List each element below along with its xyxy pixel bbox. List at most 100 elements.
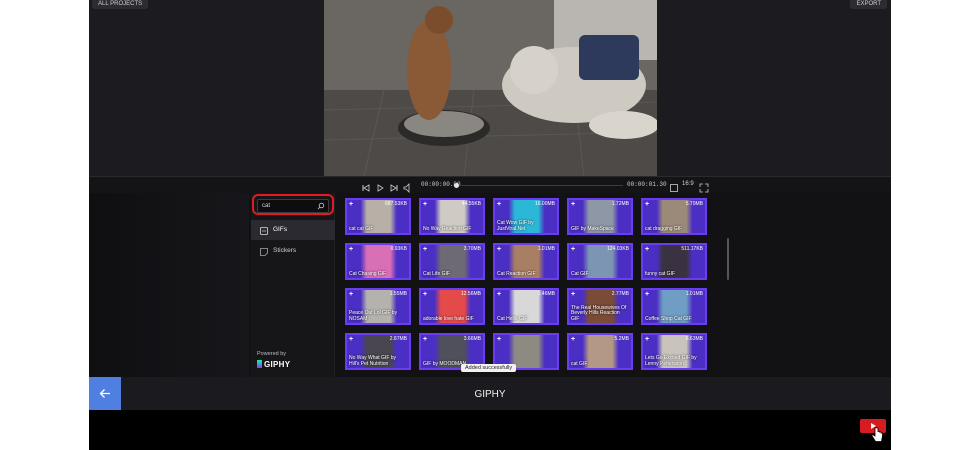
gif-tile[interactable]: +5.70MB cat dragging GIF	[641, 198, 707, 235]
gif-tile[interactable]: +12.56MB adorable love hate GIF	[419, 288, 485, 325]
sidebar-item-label: GIFs	[273, 226, 288, 233]
gif-tile[interactable]: +124.03KB Cat GIF	[567, 243, 633, 280]
volume-icon[interactable]	[403, 180, 413, 193]
gif-tile[interactable]: +511.17KB funny cat GIF	[641, 243, 707, 280]
footer	[89, 410, 891, 450]
gif-grid: +687.53KB cat cat GIF +44.55KB No Way Reac…	[345, 198, 719, 377]
aspect-ratio-label[interactable]: 16:9	[682, 181, 694, 187]
playhead[interactable]	[454, 183, 459, 188]
total-time: 00:00:01.30	[627, 181, 667, 188]
add-icon[interactable]: +	[497, 291, 501, 298]
gif-tile[interactable]: +2.87MB No Way What GIF by Hill's Pet Nut…	[345, 333, 411, 370]
gif-size: 2.87MB	[389, 336, 407, 342]
add-icon[interactable]: +	[349, 336, 353, 343]
gif-size: 1.01MB	[537, 246, 555, 252]
fullscreen-icon[interactable]	[699, 180, 709, 193]
add-icon[interactable]: +	[645, 246, 649, 253]
skip-back-icon[interactable]	[361, 180, 371, 192]
gif-tile[interactable]: +44.55KB No Way Reaction GIF	[419, 198, 485, 235]
gif-size: 16.00MB	[534, 201, 555, 207]
gif-tile[interactable]: +1.72MB GIF by MakeSpace	[567, 198, 633, 235]
giphy-mark-icon	[257, 360, 262, 368]
gif-title: Cat Hello GIF	[497, 315, 528, 322]
skip-forward-icon[interactable]	[389, 180, 399, 192]
powered-by-label: Powered by	[257, 351, 287, 357]
add-icon[interactable]: +	[571, 291, 575, 298]
gif-icon	[259, 225, 269, 235]
gif-tile[interactable]: +1.55MB Peace Out Lol GIF by NOSAM	[345, 288, 411, 325]
gif-size: 1.46MB	[537, 291, 555, 297]
gif-tile[interactable]: +0.93KB Cat Chasing GIF	[345, 243, 411, 280]
sidebar-item-gifs[interactable]: GIFs	[251, 220, 335, 240]
giphy-logo-text: GIPHY	[264, 360, 291, 369]
search-icon[interactable]	[317, 202, 325, 210]
add-icon[interactable]: +	[645, 201, 649, 208]
gif-size: 2.77MB	[611, 291, 629, 297]
export-button[interactable]: EXPORT	[850, 0, 887, 9]
grid-scrollbar[interactable]	[727, 238, 729, 280]
gif-title: funny cat GIF	[645, 270, 676, 277]
sidebar-item-stickers[interactable]: Stickers	[251, 241, 335, 261]
add-icon[interactable]: +	[497, 336, 501, 343]
video-editor-app: ALL PROJECTS EXPORT 00:00:00.00 00:00:01…	[89, 0, 891, 450]
gif-tile[interactable]: +687.53KB cat cat GIF	[345, 198, 411, 235]
sticker-icon	[259, 246, 269, 256]
gif-title: Coffee Shop Cat GIF	[645, 315, 692, 322]
add-icon[interactable]: +	[423, 246, 427, 253]
add-icon[interactable]: +	[349, 291, 353, 298]
gif-tile[interactable]: +3.70MB Cat Life GIF	[419, 243, 485, 280]
gif-size: 5.2MB	[614, 336, 629, 342]
gif-title: cat cat GIF	[349, 225, 374, 232]
aspect-ratio-icon[interactable]	[669, 180, 679, 192]
add-icon[interactable]: +	[423, 291, 427, 298]
video-preview	[324, 0, 657, 176]
gif-size: 3.70MB	[463, 246, 481, 252]
gif-tile[interactable]: +1.01MB Cat Reaction GIF	[493, 243, 559, 280]
add-icon[interactable]: +	[423, 201, 427, 208]
gif-tile[interactable]: +1.01MB Coffee Shop Cat GIF	[641, 288, 707, 325]
add-icon[interactable]: +	[497, 246, 501, 253]
playback-bar: 00:00:00.00 00:00:01.30 16:9	[89, 176, 891, 193]
add-icon[interactable]: +	[349, 246, 353, 253]
gif-title: cat dragging GIF	[645, 225, 683, 232]
add-icon[interactable]: +	[571, 201, 575, 208]
gif-tile[interactable]: +5.2MB cat GIF	[567, 333, 633, 370]
gif-size: 1.72MB	[611, 201, 629, 207]
gif-size: 12.56MB	[460, 291, 481, 297]
gif-size: 511.17KB	[681, 246, 703, 252]
gif-title: Lets Go Excited GIF by Lenny Pettersson	[645, 355, 697, 367]
play-icon[interactable]	[375, 180, 385, 192]
search-value: cat	[262, 203, 271, 209]
gif-tile[interactable]: +2.77MB The Real Housewives Of Beverly Hi…	[567, 288, 633, 325]
timeline-scrubber[interactable]	[453, 185, 623, 186]
add-icon[interactable]: +	[571, 336, 575, 343]
gif-size: 3.66MB	[463, 336, 481, 342]
gif-title: cat GIF	[571, 360, 588, 367]
add-icon[interactable]: +	[645, 291, 649, 298]
gif-tile[interactable]: +16.00MB Cat Wow GIF by JustViral.Net	[493, 198, 559, 235]
gif-tile[interactable]: +1.46MB Cat Hello GIF	[493, 288, 559, 325]
add-icon[interactable]: +	[349, 201, 353, 208]
gif-size: 44.55KB	[461, 201, 481, 207]
add-icon[interactable]: +	[571, 246, 575, 253]
all-projects-button[interactable]: ALL PROJECTS	[92, 0, 149, 9]
gif-title: No Way Reaction GIF	[423, 225, 472, 232]
giphy-logo: GIPHY	[257, 360, 290, 369]
gif-tile[interactable]: +6.63MB Lets Go Excited GIF by Lenny Pett…	[641, 333, 707, 370]
gif-title: Cat GIF	[571, 270, 589, 277]
search-input[interactable]: cat	[257, 199, 329, 213]
hand-cursor-icon	[871, 427, 883, 442]
gif-title: Cat Reaction GIF	[497, 270, 536, 277]
gif-size: 0.93KB	[390, 246, 407, 252]
gif-size: 124.03KB	[607, 246, 629, 252]
add-icon[interactable]: +	[645, 336, 649, 343]
add-icon[interactable]: +	[497, 201, 501, 208]
panel-backdrop	[89, 193, 249, 377]
bottom-bar: GIPHY	[89, 377, 891, 410]
gif-size: 1.55MB	[389, 291, 407, 297]
gif-title: adorable love hate GIF	[423, 315, 474, 322]
giphy-sidebar: cat GIFs Stickers Powered by GIPHY	[251, 193, 335, 377]
added-toast: Added successfully	[461, 364, 517, 372]
add-icon[interactable]: +	[423, 336, 427, 343]
sidebar-item-label: Stickers	[273, 247, 297, 254]
